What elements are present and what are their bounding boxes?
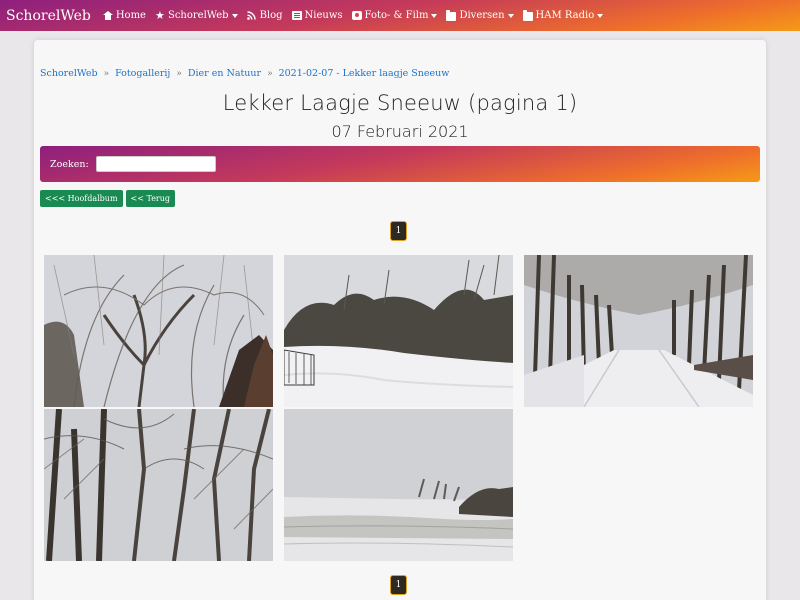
breadcrumb-separator: »: [103, 68, 110, 79]
photo-thumbnail[interactable]: [44, 255, 273, 407]
chevron-down-icon: [231, 13, 238, 18]
chevron-down-icon: [507, 13, 514, 18]
nav-nieuws-label: Nieuws: [304, 10, 343, 21]
snow-field-with-bushes-image: [284, 255, 513, 407]
breadcrumb-item-fotogallerij[interactable]: Fotogallerij: [115, 68, 170, 79]
nav-blog-label: Blog: [259, 10, 283, 21]
folder-icon: [522, 10, 533, 21]
nav-foto-film-label: Foto- & Film: [364, 10, 429, 21]
nav-diversen-label: Diversen: [459, 10, 505, 21]
breadcrumb-item-album[interactable]: 2021-02-07 - Lekker laagje Sneeuw: [279, 68, 450, 79]
nav-schorelweb[interactable]: ★ SchorelWeb: [155, 10, 238, 21]
chevron-down-icon: [597, 13, 604, 18]
news-icon: [291, 11, 302, 20]
nav-home-label: Home: [115, 10, 146, 21]
nav-blog[interactable]: Blog: [246, 10, 283, 21]
search-label: Zoeken:: [50, 158, 89, 170]
snowy-willow-trees-image: [44, 255, 273, 407]
breadcrumb-item-home[interactable]: SchorelWeb: [40, 68, 98, 79]
nav-home[interactable]: Home: [102, 10, 146, 21]
folder-icon: [446, 10, 457, 21]
page-title: Lekker Laagje Sneeuw (pagina 1): [222, 91, 578, 115]
nav-ham-radio-label: HAM Radio: [535, 10, 595, 21]
snow-covered-field-image: [284, 409, 513, 561]
album-buttons: <<< Hoofdalbum << Terug: [40, 190, 178, 207]
top-navbar: SchorelWeb Home ★ SchorelWeb Blog Nieuws…: [0, 0, 800, 31]
search-input[interactable]: [95, 156, 216, 172]
nav-ham-radio[interactable]: HAM Radio: [522, 10, 604, 21]
brand-logo[interactable]: SchorelWeb: [6, 8, 91, 24]
nav-schorelweb-label: SchorelWeb: [167, 10, 229, 21]
page-date: 07 Februari 2021: [331, 122, 469, 141]
home-icon: [102, 11, 113, 20]
nav-diversen[interactable]: Diversen: [446, 10, 514, 21]
photo-thumbnail[interactable]: [284, 409, 513, 561]
breadcrumb-separator: »: [176, 68, 182, 79]
breadcrumb-item-dier-en-natuur[interactable]: Dier en Natuur: [188, 68, 261, 79]
breadcrumb: SchorelWeb » Fotogallerij » Dier en Natu…: [40, 68, 449, 79]
search-bar: Zoeken:: [40, 146, 760, 182]
nav-foto-film[interactable]: Foto- & Film: [351, 10, 438, 21]
main-album-button[interactable]: <<< Hoofdalbum: [40, 190, 123, 207]
breadcrumb-separator: »: [267, 68, 273, 79]
nav-nieuws[interactable]: Nieuws: [291, 10, 343, 21]
content-card: SchorelWeb » Fotogallerij » Dier en Natu…: [34, 40, 766, 600]
bare-tree-trunks-image: [44, 409, 273, 561]
snowy-tree-lane-image: [524, 255, 753, 407]
rss-icon: [246, 11, 257, 20]
photo-thumbnail[interactable]: [524, 255, 753, 407]
pagination-top-page-1[interactable]: 1: [390, 221, 407, 241]
camera-icon: [351, 11, 362, 20]
photo-thumbnail[interactable]: [44, 409, 273, 561]
chevron-down-icon: [431, 13, 438, 18]
pagination-bottom-page-1[interactable]: 1: [390, 575, 407, 595]
back-button[interactable]: << Terug: [125, 190, 176, 207]
photo-thumbnail[interactable]: [284, 255, 513, 407]
star-icon: ★: [154, 9, 165, 22]
